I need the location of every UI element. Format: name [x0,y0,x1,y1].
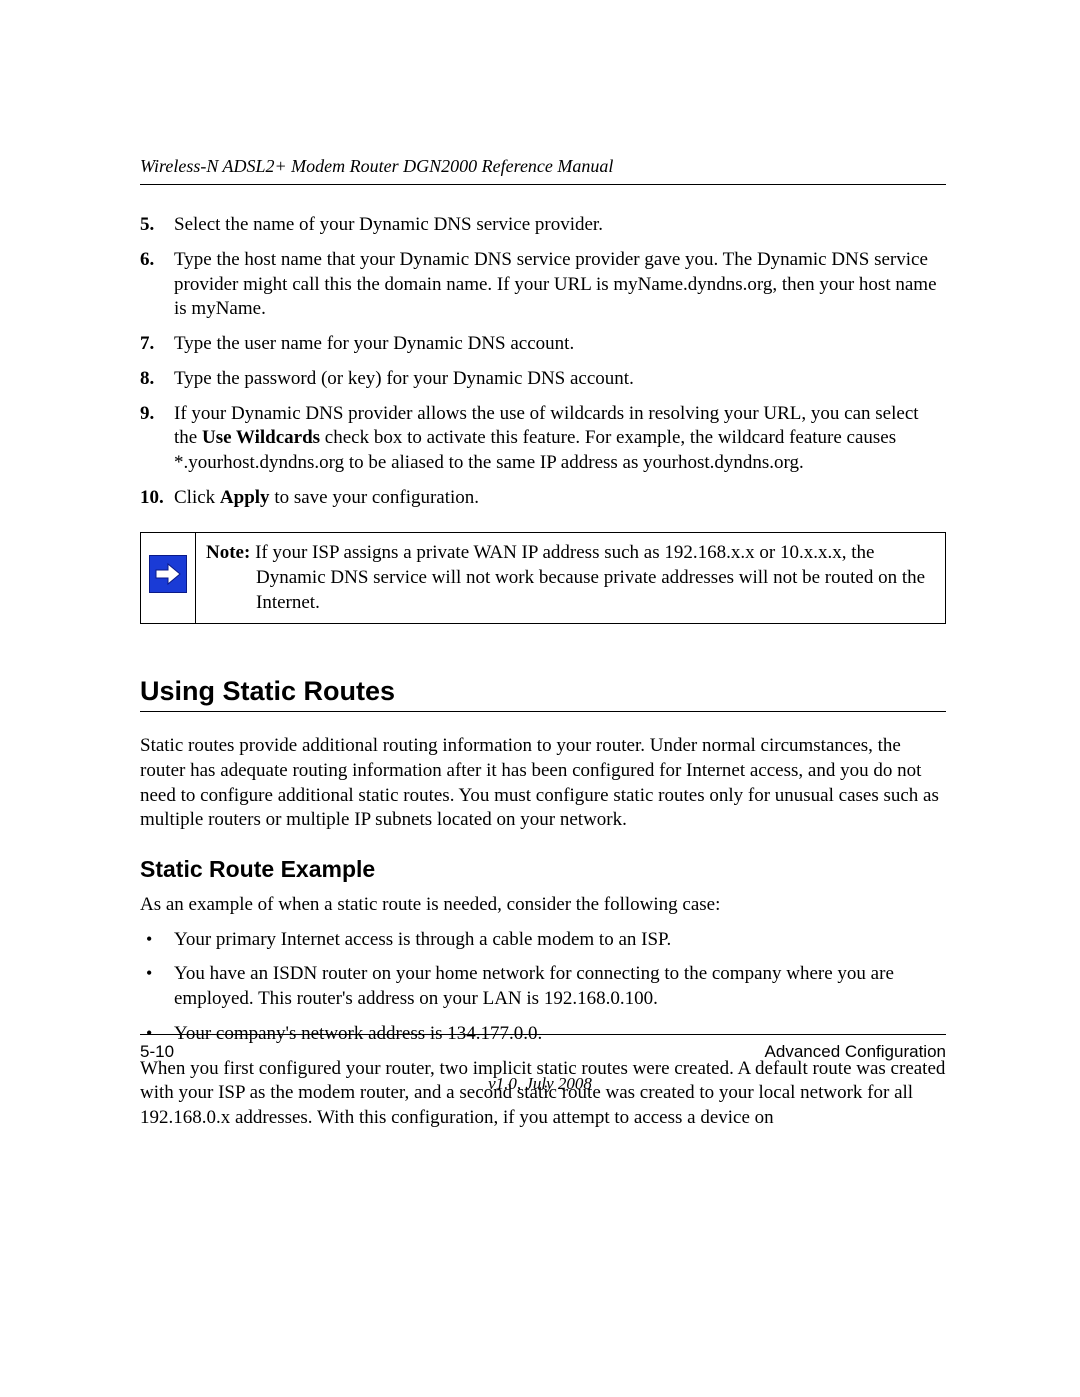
ordered-steps: Select the name of your Dynamic DNS serv… [140,213,946,510]
list-item: You have an ISDN router on your home net… [140,962,946,1011]
step-text: Type the password (or key) for your Dyna… [174,367,946,392]
step-text: Type the host name that your Dynamic DNS… [174,248,946,322]
bold-term: Use Wildcards [202,427,320,448]
step-text: Click Apply to save your configuration. [174,486,946,511]
step-7: Type the user name for your Dynamic DNS … [140,332,946,357]
text-fragment: Click [174,487,220,508]
header-rule [140,184,946,185]
page-number: 5-10 [140,1041,174,1063]
bold-term: Apply [220,487,270,508]
footer-rule [140,1034,946,1035]
list-item: Your primary Internet access is through … [140,928,946,953]
note-label: Note: [206,542,250,563]
note-body: If your ISP assigns a private WAN IP add… [250,542,925,612]
text-fragment: to save your configuration. [270,487,479,508]
arrow-right-icon [149,555,187,593]
chapter-name: Advanced Configuration [765,1041,946,1063]
step-10: Click Apply to save your configuration. [140,486,946,511]
step-text: If your Dynamic DNS provider allows the … [174,402,946,476]
section-rule [140,711,946,712]
version-line: v1.0, July 2008 [0,1073,1080,1095]
running-header: Wireless-N ADSL2+ Modem Router DGN2000 R… [140,155,946,184]
step-9: If your Dynamic DNS provider allows the … [140,402,946,476]
footer-row: 5-10 Advanced Configuration [140,1041,946,1063]
note-icon-cell [141,533,196,624]
step-8: Type the password (or key) for your Dyna… [140,367,946,392]
subsection-heading: Static Route Example [140,855,946,885]
step-text: Type the user name for your Dynamic DNS … [174,332,946,357]
note-text-cell: Note: If your ISP assigns a private WAN … [196,533,946,624]
step-text: Select the name of your Dynamic DNS serv… [174,213,946,238]
step-5: Select the name of your Dynamic DNS serv… [140,213,946,238]
step-6: Type the host name that your Dynamic DNS… [140,248,946,322]
document-page: Wireless-N ADSL2+ Modem Router DGN2000 R… [0,0,1080,1397]
section-heading: Using Static Routes [140,674,946,709]
subsection-intro: As an example of when a static route is … [140,893,946,918]
bullet-list: Your primary Internet access is through … [140,928,946,1047]
note-box: Note: If your ISP assigns a private WAN … [140,532,946,624]
section-body: Static routes provide additional routing… [140,734,946,833]
